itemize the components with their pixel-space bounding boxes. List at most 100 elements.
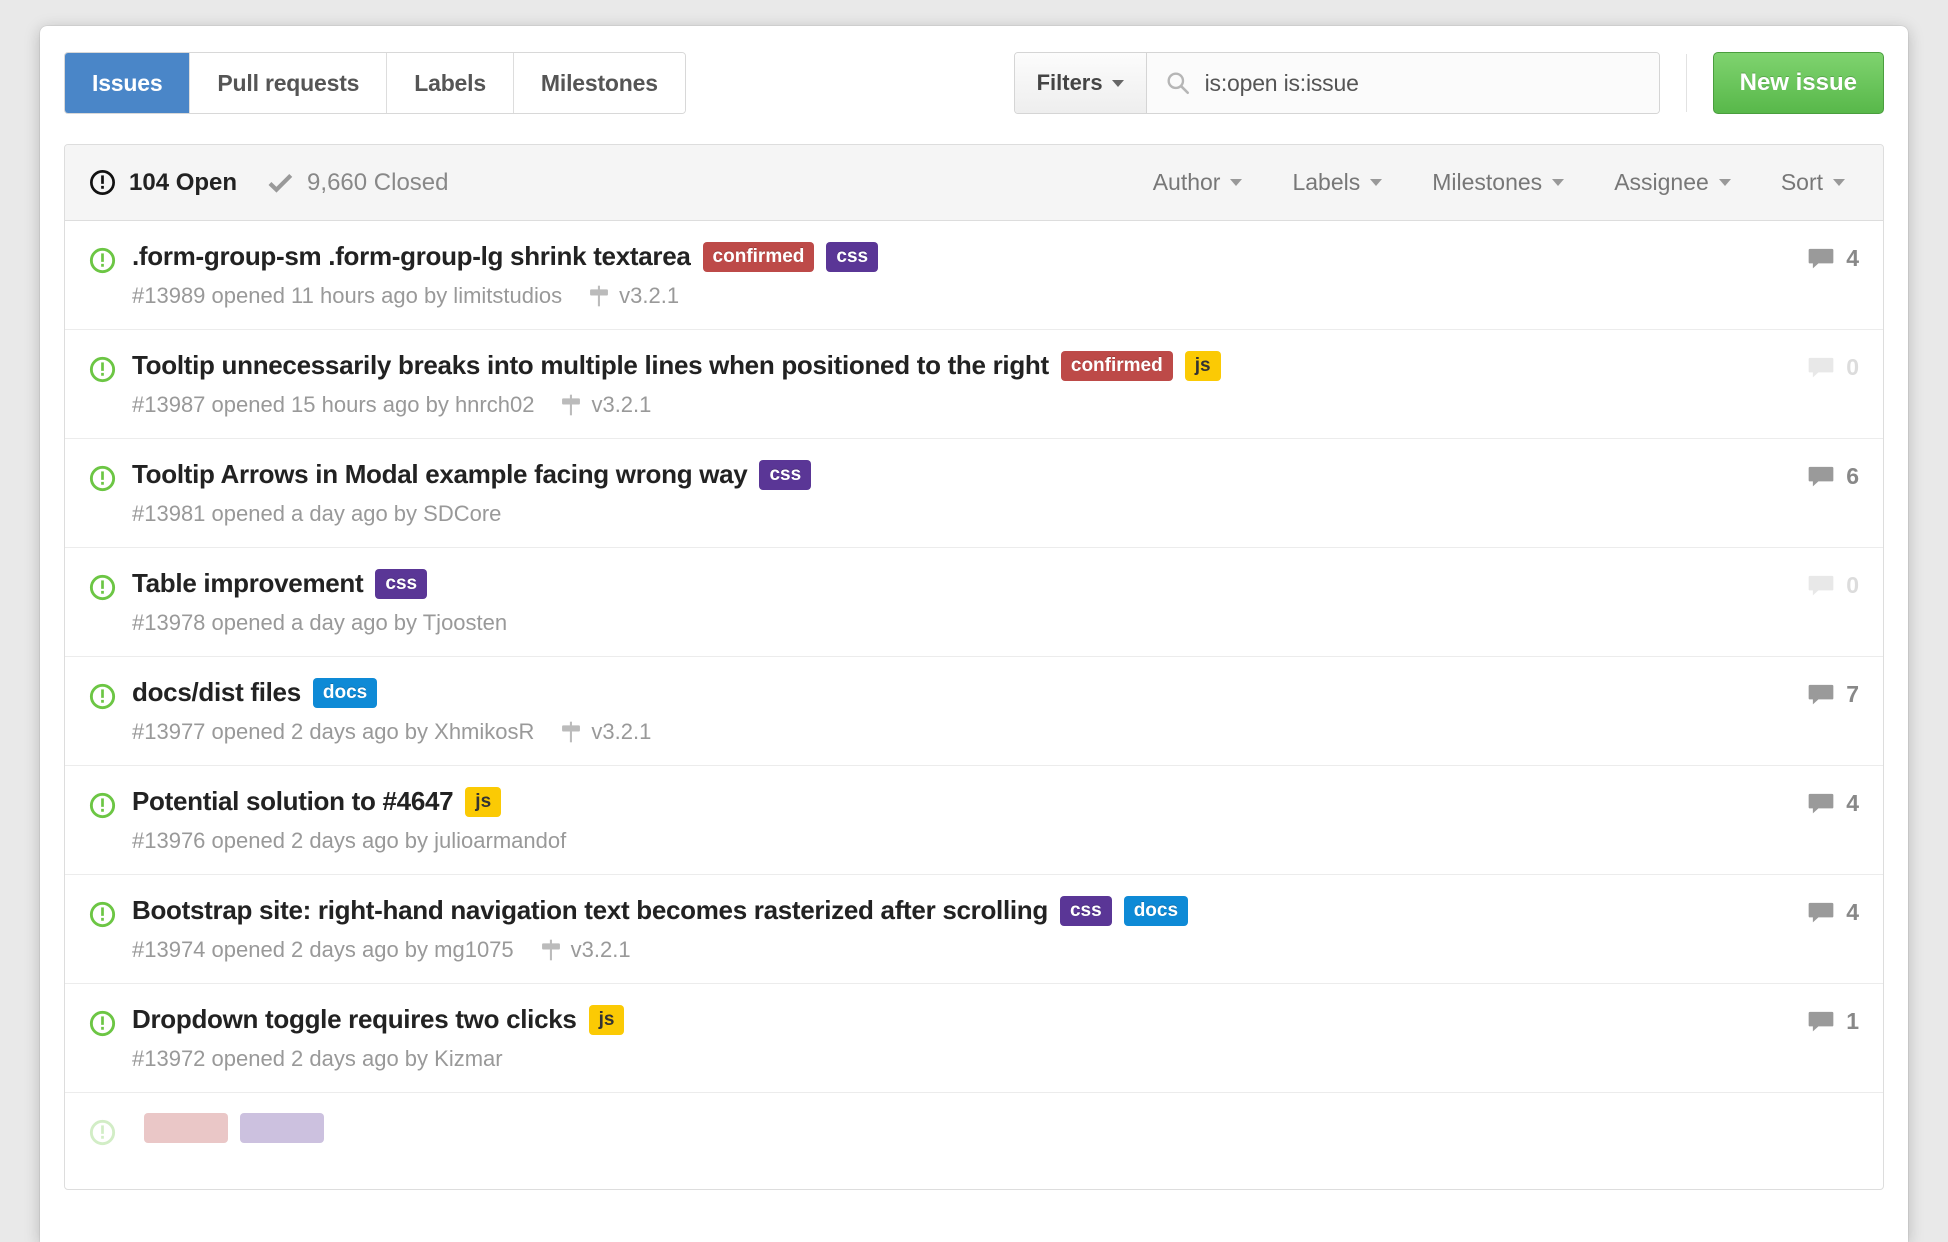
issue-milestone[interactable]: v3.2.1 — [588, 283, 679, 309]
issue-meta-text: #13987 opened 15 hours ago by hnrch02 — [132, 392, 535, 417]
issue-row[interactable]: docs/dist files docs #13977 opened 2 days … — [65, 657, 1883, 766]
issue-meta: #13987 opened 15 hours ago by hnrch02 v3.… — [132, 392, 1759, 418]
tab-label: Labels — [414, 69, 486, 96]
issue-label[interactable] — [240, 1113, 324, 1143]
issue-milestone[interactable]: v3.2.1 — [540, 937, 631, 963]
open-count-label: 104 Open — [129, 168, 238, 196]
milestone-icon — [562, 394, 581, 416]
issue-row[interactable]: Potential solution to #4647 js #13976 open… — [65, 766, 1883, 875]
issue-title-link[interactable]: .form-group-sm .form-group-lg shrink tex… — [132, 241, 691, 272]
issue-label[interactable]: css — [375, 568, 428, 599]
dropdown-author[interactable]: Author — [1153, 169, 1243, 196]
issue-title-link[interactable]: Table improvement — [132, 568, 364, 599]
issue-meta: #13981 opened a day ago by SDCore — [132, 501, 1759, 527]
comment-count-value: 7 — [1846, 681, 1859, 707]
dropdown-label: Labels — [1292, 169, 1361, 195]
issue-state-icon — [89, 356, 116, 388]
issue-comment-count[interactable]: 0 — [1783, 354, 1859, 381]
dropdown-assignee[interactable]: Assignee — [1614, 169, 1731, 196]
issue-label[interactable]: docs — [312, 677, 378, 708]
page-content: Issues Pull requests Labels Milestones Filt… — [40, 26, 1908, 1190]
issue-milestone[interactable]: v3.2.1 — [560, 392, 651, 418]
issue-label[interactable]: docs — [1123, 895, 1189, 926]
issue-meta-text: #13977 opened 2 days ago by XhmikosR — [132, 719, 535, 744]
issue-opened-icon — [89, 247, 116, 274]
tab-issues[interactable]: Issues — [65, 53, 191, 113]
issue-row[interactable]: Tooltip unnecessarily breaks into multip… — [65, 330, 1883, 439]
chevron-down-icon — [1833, 179, 1845, 186]
tab-label: Issues — [92, 69, 163, 96]
issue-label[interactable] — [144, 1113, 228, 1143]
issue-meta: #13989 opened 11 hours ago by limitstudi… — [132, 283, 1759, 309]
issue-state-icon — [89, 1010, 116, 1042]
issue-title-link[interactable]: Bootstrap site: right-hand navigation te… — [132, 895, 1048, 926]
check-icon — [268, 173, 293, 193]
issue-meta-text: #13976 opened 2 days ago by julioarmando… — [132, 828, 567, 853]
issue-label[interactable]: js — [1184, 350, 1221, 381]
issue-title-row: docs/dist files docs — [132, 677, 1759, 708]
issue-label[interactable]: confirmed — [1060, 350, 1173, 381]
issue-title-link[interactable]: Dropdown toggle requires two clicks — [132, 1004, 577, 1035]
issue-row[interactable]: Dropdown toggle requires two clicks js #13… — [65, 984, 1883, 1093]
issue-comment-count[interactable]: 7 — [1783, 681, 1859, 708]
issue-comment-count[interactable]: 4 — [1783, 790, 1859, 817]
tab-milestones[interactable]: Milestones — [513, 53, 685, 113]
toolbar-right: Filters is:open is:issue New issue — [1013, 52, 1884, 114]
screenshot-root: Issues Pull requests Labels Milestones Filt… — [0, 0, 1948, 1242]
tab-pull-requests[interactable]: Pull requests — [190, 53, 388, 113]
comment-icon — [1808, 684, 1834, 704]
issue-title-row: Dropdown toggle requires two clicks js — [132, 1004, 1759, 1035]
issue-opened-icon — [90, 170, 115, 195]
comment-count-value: 6 — [1846, 463, 1859, 489]
comment-count-value: 4 — [1846, 790, 1859, 816]
issue-label[interactable]: css — [1059, 895, 1112, 926]
tab-labels[interactable]: Labels — [387, 53, 514, 113]
comment-icon — [1808, 575, 1834, 595]
issue-label[interactable]: js — [465, 786, 502, 817]
issue-comment-count[interactable]: 0 — [1783, 572, 1859, 599]
issue-body: Bootstrap site: right-hand navigation te… — [132, 895, 1759, 963]
milestone-icon — [562, 721, 581, 743]
issue-body: Potential solution to #4647 js #13976 open… — [132, 786, 1759, 854]
issue-title-link[interactable]: Tooltip Arrows in Modal example facing w… — [132, 459, 748, 490]
issue-row[interactable]: .form-group-sm .form-group-lg shrink tex… — [65, 221, 1883, 330]
issue-row[interactable]: Tooltip Arrows in Modal example facing w… — [65, 439, 1883, 548]
closed-issues-filter[interactable]: 9,660 Closed — [267, 169, 448, 197]
dropdown-label: Assignee — [1614, 169, 1709, 195]
issue-label[interactable]: js — [588, 1004, 625, 1035]
comment-icon — [1808, 793, 1834, 813]
dropdown-milestones[interactable]: Milestones — [1432, 169, 1565, 196]
issue-opened-icon — [89, 356, 116, 383]
search-input[interactable]: is:open is:issue — [1146, 53, 1659, 113]
issue-opened-icon — [89, 465, 116, 492]
issue-title-link[interactable]: Tooltip unnecessarily breaks into multip… — [132, 350, 1049, 381]
issue-title-link[interactable]: Potential solution to #4647 — [132, 786, 454, 817]
issue-milestone[interactable]: v3.2.1 — [560, 719, 651, 745]
issue-row[interactable]: Bootstrap site: right-hand navigation te… — [65, 875, 1883, 984]
issue-state-icon — [89, 574, 116, 606]
issue-meta-text: #13972 opened 2 days ago by Kizmar — [132, 1046, 503, 1071]
issue-label[interactable]: css — [759, 459, 812, 490]
new-issue-button[interactable]: New issue — [1712, 52, 1884, 114]
dropdown-label: Author — [1152, 169, 1221, 195]
issue-label[interactable]: css — [826, 241, 879, 272]
issue-state-icon — [89, 247, 116, 279]
issue-title-row — [132, 1113, 1859, 1143]
issue-label[interactable]: confirmed — [702, 241, 815, 272]
issue-comment-count[interactable]: 1 — [1783, 1008, 1859, 1035]
issue-body: Table improvement css #13978 opened a day … — [132, 568, 1759, 636]
issue-title-row: Tooltip Arrows in Modal example facing w… — [132, 459, 1759, 490]
issue-title-link[interactable]: docs/dist files — [132, 677, 301, 708]
dropdown-sort[interactable]: Sort — [1781, 169, 1845, 196]
list-filter-dropdowns: Author Labels Milestones Assignee Sort — [1153, 169, 1859, 196]
issue-comment-count[interactable]: 6 — [1783, 463, 1859, 490]
open-issues-filter[interactable]: 104 Open — [89, 169, 237, 197]
comment-icon — [1808, 902, 1834, 922]
issue-row[interactable] — [65, 1093, 1883, 1189]
issue-row[interactable]: Table improvement css #13978 opened a day … — [65, 548, 1883, 657]
dropdown-labels[interactable]: Labels — [1292, 169, 1383, 196]
filters-button[interactable]: Filters — [1014, 53, 1147, 113]
search-icon — [1167, 72, 1189, 95]
issue-comment-count[interactable]: 4 — [1783, 899, 1859, 926]
issue-comment-count[interactable]: 4 — [1783, 245, 1859, 272]
